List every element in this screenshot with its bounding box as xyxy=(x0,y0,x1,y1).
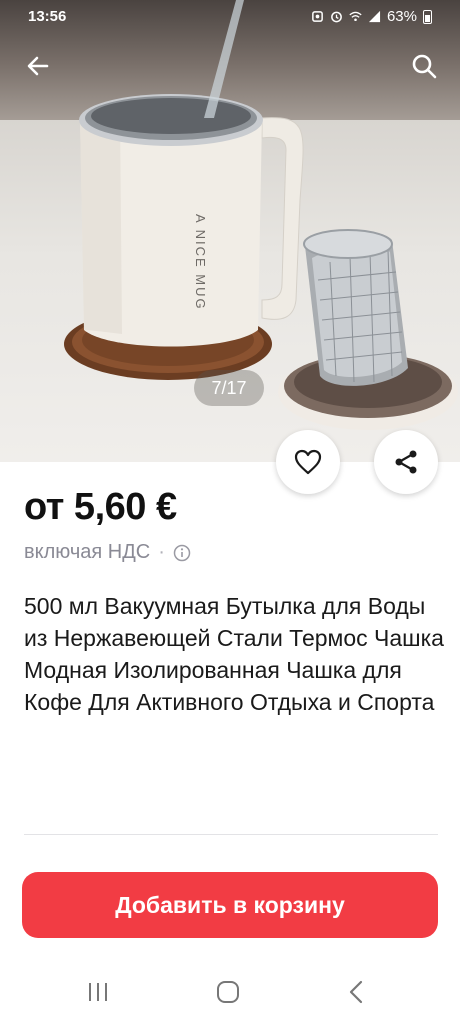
system-navigation-bar xyxy=(0,960,460,1024)
info-icon[interactable] xyxy=(173,544,191,562)
home-icon xyxy=(217,981,239,1003)
mug-logo-text: A NICE MUG xyxy=(193,214,208,311)
product-title: 500 мл Вакуумная Бутылка для Воды из Нер… xyxy=(24,593,444,715)
share-icon xyxy=(395,450,417,474)
back-button[interactable] xyxy=(20,48,56,84)
recent-apps-icon xyxy=(89,983,107,1001)
vat-row: включая НДС · xyxy=(24,541,191,564)
search-button[interactable] xyxy=(406,48,442,84)
vat-separator: · xyxy=(158,541,165,563)
battery-icon xyxy=(423,9,432,24)
status-bar: 13:56 63% xyxy=(0,0,460,36)
favorite-button[interactable] xyxy=(276,430,340,494)
add-to-cart-button[interactable]: Добавить в корзину xyxy=(22,872,438,938)
share-button[interactable] xyxy=(374,430,438,494)
chevron-left-icon xyxy=(349,980,363,1004)
divider xyxy=(24,834,438,835)
product-image-gallery[interactable]: A NICE MUG 13:56 63% 7/17 xyxy=(0,0,460,462)
alarm-icon xyxy=(331,11,342,23)
back-arrow-icon xyxy=(27,56,49,76)
product-screen: A NICE MUG 13:56 63% 7/17 от 5,60 € вклю… xyxy=(0,0,460,1024)
recent-apps-button[interactable] xyxy=(78,978,118,1006)
heart-icon xyxy=(294,449,322,475)
screenshot-icon xyxy=(312,11,323,22)
product-price: от 5,60 € xyxy=(24,486,177,528)
status-icons: 63% xyxy=(311,8,432,25)
signal-icon xyxy=(368,10,381,23)
home-button[interactable] xyxy=(208,978,248,1006)
vat-label: включая НДС xyxy=(24,541,151,563)
battery-percent: 63% xyxy=(386,8,417,25)
system-back-button[interactable] xyxy=(336,978,376,1006)
wifi-icon xyxy=(349,11,362,22)
status-time: 13:56 xyxy=(28,8,67,25)
search-icon xyxy=(412,54,437,79)
image-counter: 7/17 xyxy=(194,370,264,406)
